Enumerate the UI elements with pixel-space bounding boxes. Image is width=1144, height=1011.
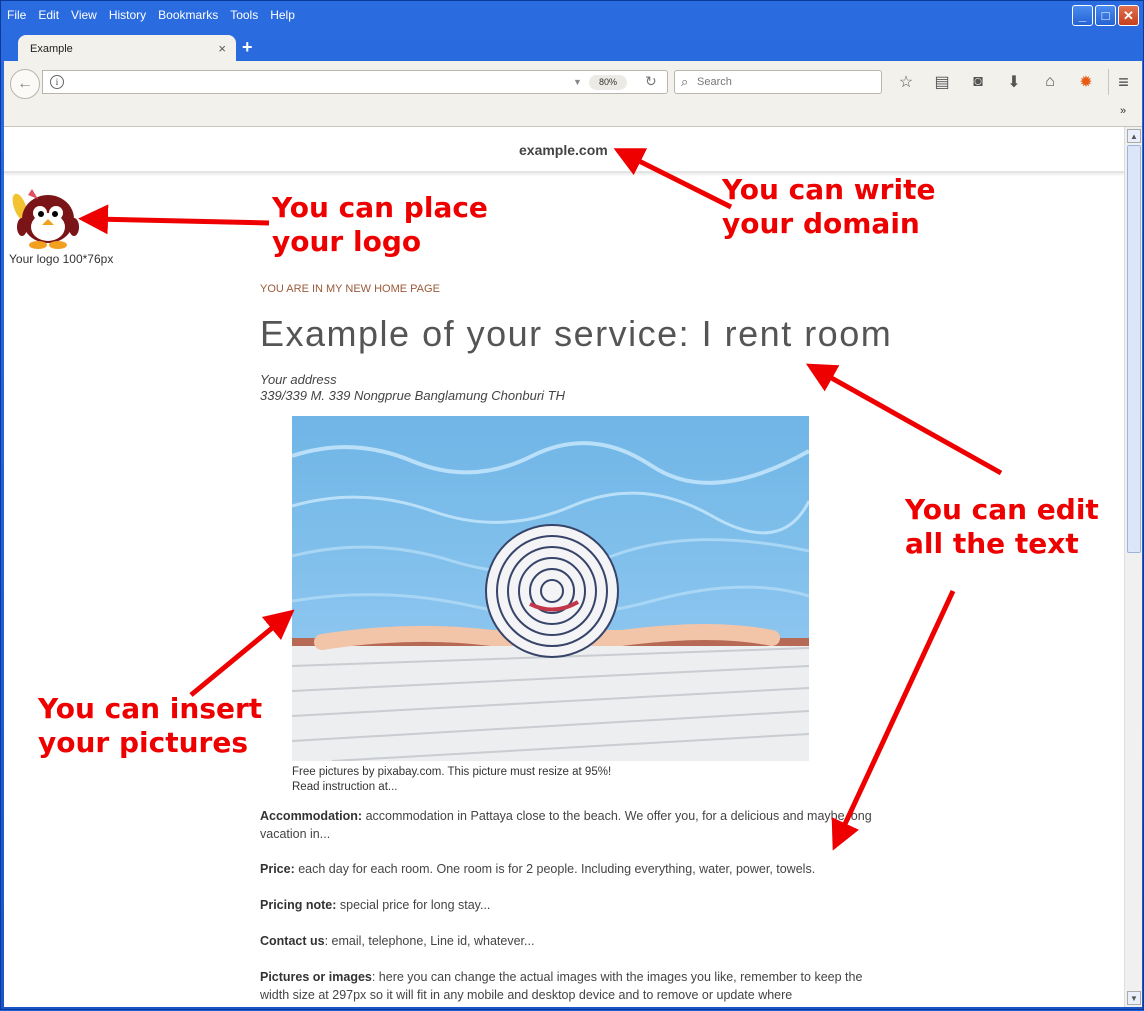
firefox-extension-icon[interactable]: ✹ xyxy=(1068,71,1104,93)
pricing-note-text: special price for long stay... xyxy=(336,898,491,912)
annotation-pictures: You can insert your pictures xyxy=(38,692,262,760)
annotation-text: You can edit all the text xyxy=(905,493,1099,561)
pricing-note-label: Pricing note: xyxy=(260,898,337,912)
site-header: example.com xyxy=(4,127,1124,173)
back-arrow-icon: ← xyxy=(17,75,33,92)
bookmark-star-icon[interactable]: ☆ xyxy=(888,71,924,93)
url-dropdown-icon[interactable]: ▼ xyxy=(573,77,582,87)
photo-caption: Free pictures by pixabay.com. This pictu… xyxy=(292,765,611,795)
photo-caption-line-2: Read instruction at... xyxy=(292,781,398,793)
close-window-button[interactable]: ✕ xyxy=(1118,5,1139,26)
contact-paragraph: Contact us: email, telephone, Line id, w… xyxy=(260,932,872,950)
search-icon: ⌕ xyxy=(681,74,689,89)
menu-file[interactable]: File xyxy=(7,8,26,22)
maximize-button[interactable]: □ xyxy=(1095,5,1116,26)
menu-view[interactable]: View xyxy=(71,8,97,22)
menu-tools[interactable]: Tools xyxy=(230,8,258,22)
contact-label: Contact us xyxy=(260,934,325,948)
reading-list-icon[interactable]: ▤ xyxy=(924,71,960,93)
annotation-text-line-2: all the text xyxy=(905,527,1079,560)
annotation-text-line-1: You can edit xyxy=(905,493,1099,526)
site-domain[interactable]: example.com xyxy=(519,142,608,158)
back-button[interactable]: ← xyxy=(10,69,40,99)
accommodation-label: Accommodation: xyxy=(260,809,363,823)
annotation-logo: You can place your logo xyxy=(272,191,488,259)
download-icon[interactable]: ⬇ xyxy=(996,71,1032,93)
url-bar[interactable]: i ▼ 80% ↻ xyxy=(42,70,668,94)
contact-text: : email, telephone, Line id, whatever... xyxy=(324,934,535,948)
new-tab-button[interactable]: + xyxy=(242,37,253,58)
tab-strip: Example × + xyxy=(4,33,1142,63)
annotation-pictures-line-2: your pictures xyxy=(38,726,248,759)
menu-edit[interactable]: Edit xyxy=(38,8,59,22)
tab-close-icon[interactable]: × xyxy=(218,41,226,56)
menu-hamburger-icon[interactable]: ≡ xyxy=(1108,69,1132,95)
address-block: Your address 339/339 M. 339 Nongprue Ban… xyxy=(260,372,565,404)
pricing-note-paragraph: Pricing note: special price for long sta… xyxy=(260,896,872,914)
annotation-logo-line-1: You can place xyxy=(272,191,488,224)
address-label: Your address xyxy=(260,372,337,387)
tab-example[interactable]: Example × xyxy=(18,35,236,63)
menu-help[interactable]: Help xyxy=(270,8,295,22)
reload-icon[interactable]: ↻ xyxy=(645,73,657,90)
pool-photo[interactable] xyxy=(292,416,809,761)
scrollbar-thumb[interactable] xyxy=(1127,145,1141,553)
logo-image[interactable] xyxy=(8,185,88,251)
logo-caption: Your logo 100*76px xyxy=(9,252,114,266)
site-info-icon[interactable]: i xyxy=(50,75,64,89)
annotation-domain: You can write your domain xyxy=(722,173,935,241)
annotation-domain-line-2: your domain xyxy=(722,207,920,240)
browser-window: File Edit View History Bookmarks Tools H… xyxy=(0,0,1144,1010)
annotation-logo-line-2: your logo xyxy=(272,225,422,258)
photo-caption-line-1: Free pictures by pixabay.com. This pictu… xyxy=(292,766,612,778)
minimize-button[interactable]: _ xyxy=(1072,5,1093,26)
pictures-paragraph: Pictures or images: here you can change … xyxy=(260,968,872,1004)
home-icon[interactable]: ⌂ xyxy=(1032,71,1068,93)
window-controls: _ □ ✕ xyxy=(1072,5,1139,26)
search-input[interactable]: ⌕ Search xyxy=(674,70,882,94)
overflow-chevron-icon[interactable]: » xyxy=(1120,105,1126,117)
price-paragraph: Price: each day for each room. One room … xyxy=(260,860,872,878)
tab-title: Example xyxy=(30,43,73,55)
toolbar-icons: ☆ ▤ ◙ ⬇ ⌂ ✹ xyxy=(888,71,1104,93)
accommodation-paragraph: Accommodation: accommodation in Pattaya … xyxy=(260,807,872,843)
zoom-indicator[interactable]: 80% xyxy=(589,75,627,90)
vertical-scrollbar[interactable]: ▲ ▼ xyxy=(1124,127,1142,1007)
price-text: each day for each room. One room is for … xyxy=(294,862,816,876)
pictures-label: Pictures or images xyxy=(260,970,372,984)
breadcrumb: YOU ARE IN MY NEW HOME PAGE xyxy=(260,283,440,295)
price-label: Price: xyxy=(260,862,295,876)
search-placeholder: Search xyxy=(697,76,732,88)
address-text: 339/339 M. 339 Nongprue Banglamung Chonb… xyxy=(260,388,565,403)
menu-bar: File Edit View History Bookmarks Tools H… xyxy=(1,1,1144,29)
annotation-pictures-line-1: You can insert xyxy=(38,692,263,725)
menu-bookmarks[interactable]: Bookmarks xyxy=(158,8,218,22)
scroll-up-icon[interactable]: ▲ xyxy=(1127,129,1141,143)
page-content: example.com Your logo 100*76px YOU ARE I… xyxy=(4,127,1124,1007)
navigation-toolbar: ← i ▼ 80% ↻ ⌕ Search ☆ ▤ ◙ ⬇ ⌂ ✹ ≡ » xyxy=(4,61,1142,127)
menu-history[interactable]: History xyxy=(109,8,146,22)
pocket-icon[interactable]: ◙ xyxy=(960,71,996,93)
page-title: Example of your service: I rent room xyxy=(260,313,893,354)
scroll-down-icon[interactable]: ▼ xyxy=(1127,991,1141,1005)
annotation-domain-line-1: You can write xyxy=(722,173,936,206)
